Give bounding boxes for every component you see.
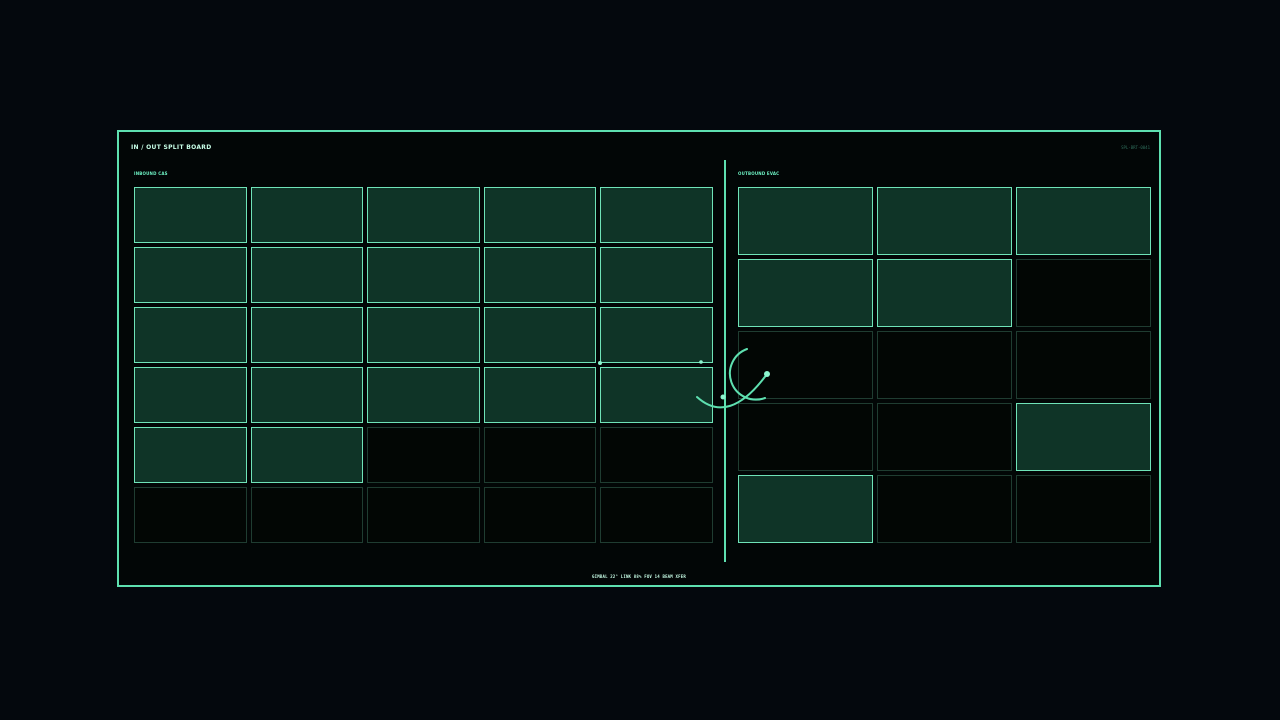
inbound-cell[interactable] — [134, 247, 247, 303]
left-panel-label: INBOUND CAS — [134, 171, 168, 176]
grid-junction-dot — [598, 361, 602, 365]
inbound-cell[interactable] — [600, 487, 713, 543]
status-readout: GIMBAL 22° LINK 88% FOV 14 BEAM XFER — [592, 574, 686, 579]
inbound-cell[interactable] — [483, 427, 597, 483]
inbound-cell[interactable] — [367, 427, 480, 483]
inbound-cell[interactable] — [367, 367, 480, 423]
inbound-cell[interactable] — [367, 247, 480, 303]
gauge-outer-arc — [728, 348, 766, 401]
split-board-frame: IN / OUT SPLIT BOARD SPL-BRT-0041 INBOUN… — [117, 130, 1161, 587]
inbound-grid — [134, 187, 713, 543]
gauge-inner-arc — [696, 373, 768, 409]
right-panel-label: OUTBOUND EVAC — [738, 171, 780, 176]
inbound-cell[interactable] — [250, 307, 364, 363]
inbound-cell[interactable] — [134, 367, 247, 423]
inbound-cell[interactable] — [483, 187, 597, 243]
inbound-cell[interactable] — [250, 367, 364, 423]
inbound-cell[interactable] — [134, 307, 247, 363]
inbound-cell[interactable] — [600, 427, 713, 483]
inbound-cell[interactable] — [483, 367, 597, 423]
gauge-center-dot — [720, 394, 726, 400]
inbound-cell[interactable] — [250, 247, 364, 303]
inbound-cell[interactable] — [483, 487, 597, 543]
inbound-cell[interactable] — [600, 187, 713, 243]
board-title: IN / OUT SPLIT BOARD — [131, 144, 212, 151]
outbound-cell[interactable] — [877, 403, 1012, 471]
board-code: SPL-BRT-0041 — [1121, 145, 1150, 150]
outbound-cell[interactable] — [1016, 331, 1151, 399]
inbound-cell[interactable] — [367, 487, 480, 543]
outbound-cell[interactable] — [1016, 475, 1151, 543]
inbound-cell[interactable] — [367, 307, 480, 363]
inbound-cell[interactable] — [250, 487, 364, 543]
outbound-cell[interactable] — [1016, 259, 1151, 327]
inbound-cell[interactable] — [367, 187, 480, 243]
outbound-cell[interactable] — [877, 331, 1012, 399]
outbound-cell[interactable] — [877, 187, 1012, 255]
outbound-cell[interactable] — [738, 475, 873, 543]
outbound-cell[interactable] — [738, 259, 873, 327]
gauge-start-dot — [699, 360, 703, 364]
outbound-cell[interactable] — [1016, 403, 1151, 471]
outbound-cell[interactable] — [877, 475, 1012, 543]
gauge-handle-dot[interactable] — [764, 371, 770, 377]
inbound-cell[interactable] — [600, 247, 713, 303]
outbound-cell[interactable] — [738, 187, 873, 255]
inbound-cell[interactable] — [134, 187, 247, 243]
inbound-cell[interactable] — [134, 427, 247, 483]
inbound-cell[interactable] — [250, 427, 364, 483]
inbound-cell[interactable] — [483, 247, 597, 303]
transfer-gauge[interactable] — [689, 336, 809, 426]
outbound-cell[interactable] — [877, 259, 1012, 327]
inbound-cell[interactable] — [134, 487, 247, 543]
inbound-cell[interactable] — [250, 187, 364, 243]
outbound-cell[interactable] — [1016, 187, 1151, 255]
inbound-cell[interactable] — [483, 307, 597, 363]
